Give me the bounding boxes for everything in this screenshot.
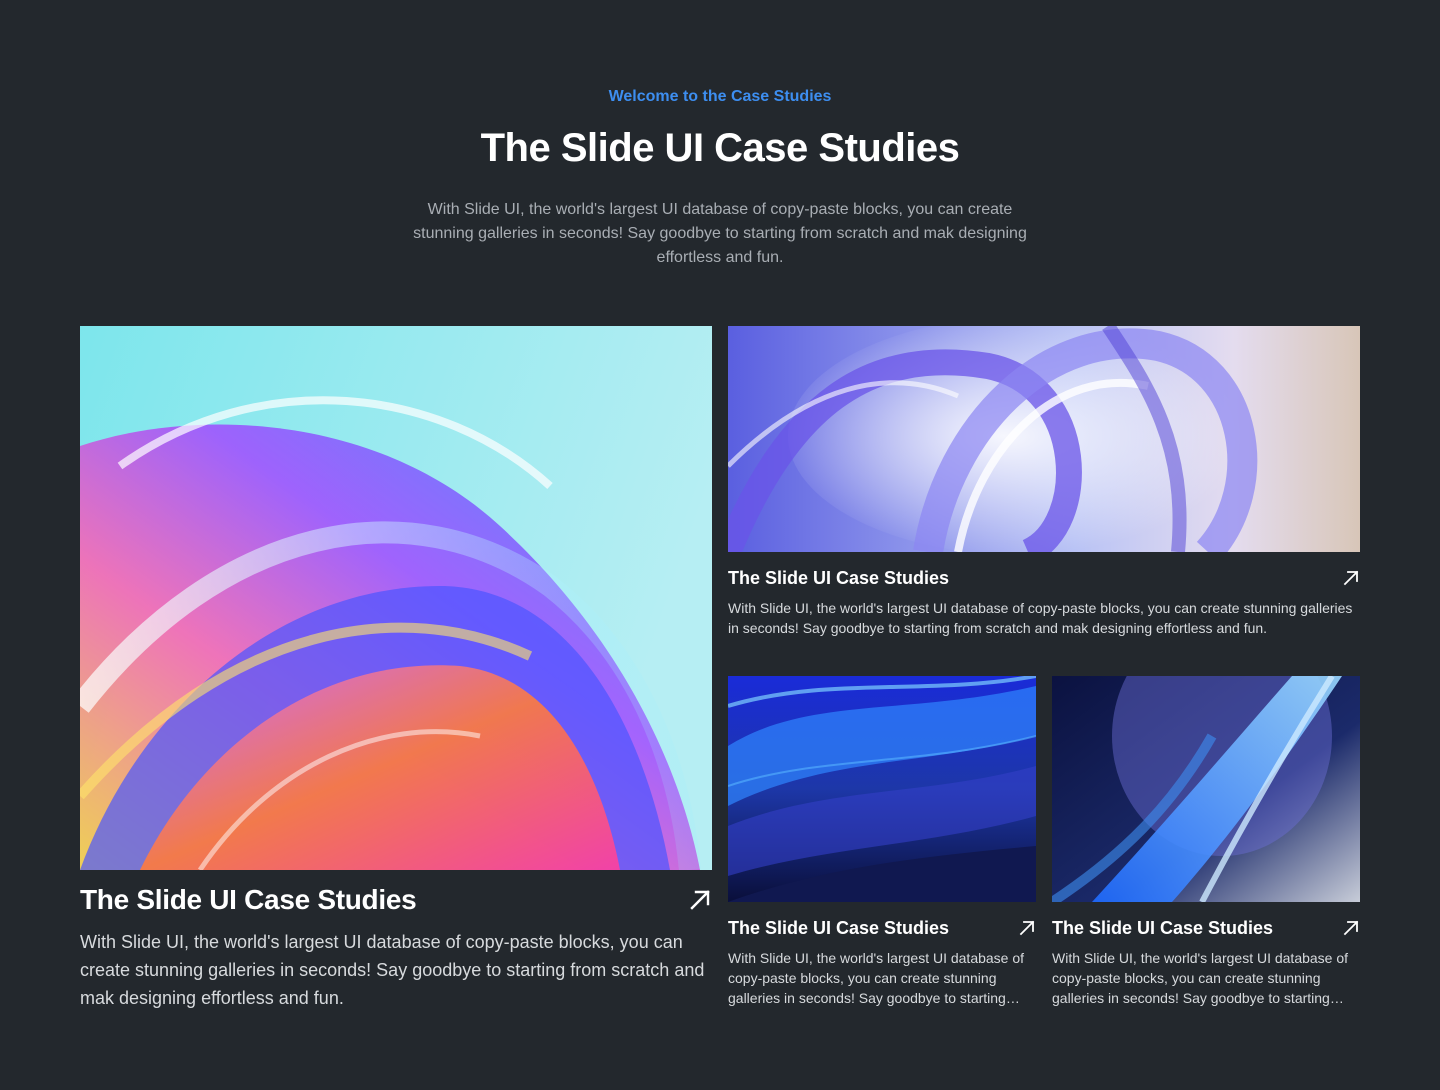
arrow-up-right-icon[interactable] xyxy=(1342,919,1360,937)
card-header: The Slide UI Case Studies xyxy=(1052,916,1360,940)
card-image xyxy=(80,326,712,870)
card-description: With Slide UI, the world's largest UI da… xyxy=(1052,950,1349,1006)
page-title: The Slide UI Case Studies xyxy=(480,126,960,170)
card-image xyxy=(1052,676,1360,902)
card-title[interactable]: The Slide UI Case Studies xyxy=(80,884,417,916)
eyebrow-text: Welcome to the Case Studies xyxy=(608,88,832,105)
card-header: The Slide UI Case Studies xyxy=(80,882,712,918)
case-study-card-large[interactable]: The Slide UI Case Studies With Slide UI,… xyxy=(80,326,712,1012)
case-study-card-wide[interactable]: The Slide UI Case Studies With Slide UI,… xyxy=(728,326,1360,638)
card-header: The Slide UI Case Studies xyxy=(728,916,1036,940)
arrow-up-right-icon[interactable] xyxy=(688,888,712,912)
arrow-up-right-icon[interactable] xyxy=(1018,919,1036,937)
page-subtitle: With Slide UI, the world's largest UI da… xyxy=(413,201,1027,266)
card-title[interactable]: The Slide UI Case Studies xyxy=(728,918,949,939)
card-header: The Slide UI Case Studies xyxy=(728,566,1360,590)
case-studies-section: Welcome to the Case Studies The Slide UI… xyxy=(0,0,1440,1090)
case-study-card-small[interactable]: The Slide UI Case Studies With Slide UI,… xyxy=(728,676,1036,1008)
card-title[interactable]: The Slide UI Case Studies xyxy=(1052,918,1273,939)
card-description: With Slide UI, the world's largest UI da… xyxy=(728,950,1025,1006)
case-study-card-small[interactable]: The Slide UI Case Studies With Slide UI,… xyxy=(1052,676,1360,1008)
card-description: With Slide UI, the world's largest UI da… xyxy=(728,600,1353,636)
card-image xyxy=(728,326,1360,552)
card-description: With Slide UI, the world's largest UI da… xyxy=(80,932,705,1008)
card-image xyxy=(728,676,1036,902)
arrow-up-right-icon[interactable] xyxy=(1342,569,1360,587)
section-header: Welcome to the Case Studies The Slide UI… xyxy=(0,86,1440,270)
card-title[interactable]: The Slide UI Case Studies xyxy=(728,568,949,589)
